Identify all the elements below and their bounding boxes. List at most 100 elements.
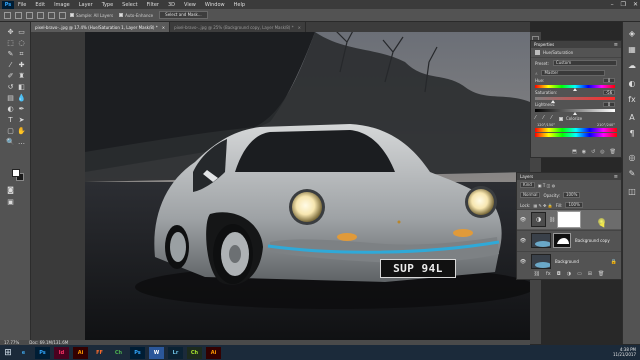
layer-mask-thumbnail[interactable] <box>557 211 582 228</box>
more-tools-icon[interactable]: … <box>17 138 26 147</box>
lightness-value[interactable]: 0 <box>603 102 615 107</box>
eraser-tool-icon[interactable]: ◧ <box>17 83 26 92</box>
system-tray-clock[interactable]: 4:38 PM 11/21/2017 <box>613 347 636 357</box>
restore-icon[interactable]: ❐ <box>621 1 626 8</box>
new-selection-icon[interactable] <box>15 11 22 19</box>
styles-panel-icon[interactable]: fx <box>627 94 637 104</box>
clip-to-layer-icon[interactable]: ⬒ <box>572 149 577 155</box>
sample-all-layers-checkbox[interactable]: Sample: All Layers <box>70 13 113 18</box>
add-selection-icon[interactable] <box>26 11 33 19</box>
layer-name[interactable]: Background <box>555 259 579 264</box>
eyedropper-tool-icon[interactable]: ⁄ <box>6 61 15 70</box>
opacity-value[interactable]: 100% <box>562 192 581 198</box>
menu-edit[interactable]: Edit <box>35 2 45 8</box>
fx-icon[interactable]: fx <box>546 271 551 277</box>
adjustments-panel-icon[interactable]: ◐ <box>627 78 637 88</box>
taskbar-chrome-icon[interactable]: Ch <box>111 347 126 359</box>
lightness-slider[interactable]: Lightness: 0 <box>531 102 621 115</box>
auto-enhance-checkbox[interactable]: Auto-Enhance <box>119 13 153 18</box>
menu-help[interactable]: Help <box>234 2 245 8</box>
swatches-panel-icon[interactable]: ▦ <box>627 44 637 54</box>
menu-filter[interactable]: Filter <box>147 2 159 8</box>
channel-dropdown[interactable]: Master <box>541 70 606 76</box>
move-tool-icon[interactable]: ✥ <box>6 28 15 37</box>
targeted-adjust-icon[interactable]: ☝ <box>535 71 537 76</box>
tab-document-1[interactable]: pixel-bravo-..jpg @ 17.4% (Hue/Saturatio… <box>31 22 171 32</box>
color-panel-icon[interactable]: ◈ <box>627 28 637 38</box>
document-photo[interactable] <box>85 32 530 340</box>
menu-3d[interactable]: 3D <box>168 2 175 8</box>
close-tab-icon[interactable]: × <box>298 25 301 30</box>
minimize-icon[interactable]: – <box>611 1 614 8</box>
crop-tool-icon[interactable]: ⌗ <box>17 50 26 59</box>
menu-select[interactable]: Select <box>122 2 137 8</box>
visibility-eye-icon[interactable]: 👁 <box>519 238 527 244</box>
screen-mode-icon[interactable]: ▣ <box>6 198 15 207</box>
new-layer-icon[interactable]: ⊞ <box>588 271 592 277</box>
history-brush-tool-icon[interactable]: ↺ <box>6 83 15 92</box>
layers-panel-icon[interactable]: ◫ <box>627 186 637 196</box>
libraries-panel-icon[interactable]: ☁ <box>627 60 637 70</box>
new-group-icon[interactable]: ▭ <box>577 271 582 277</box>
eyedropper-icon[interactable]: ⁄ <box>535 116 540 121</box>
hand-tool-icon[interactable]: ✋ <box>17 127 26 136</box>
layer-row-background-copy[interactable]: 👁 Background copy <box>517 230 621 250</box>
taskbar-photoshop-icon[interactable]: Ps <box>35 346 50 359</box>
layer-row-background[interactable]: 👁 Background 🔒 <box>517 251 621 271</box>
menu-window[interactable]: Window <box>205 2 225 8</box>
view-previous-icon[interactable]: ◉ <box>582 149 586 155</box>
reset-icon[interactable]: ↺ <box>591 149 595 155</box>
channels-panel-icon[interactable]: ◎ <box>627 152 637 162</box>
zoom-tool-icon[interactable]: 🔍 <box>6 138 15 147</box>
link-layers-icon[interactable]: ⛓ <box>534 271 540 277</box>
layer-name[interactable]: Background copy <box>575 238 610 243</box>
properties-tab[interactable]: Properties <box>534 42 554 47</box>
taskbar-lightroom-icon[interactable]: Lr <box>168 346 183 359</box>
healing-tool-icon[interactable]: ✚ <box>17 61 26 70</box>
panel-menu-icon[interactable]: ≡ <box>614 42 618 48</box>
brush-tool-icon[interactable]: ✐ <box>6 72 15 81</box>
dodge-tool-icon[interactable]: ◐ <box>6 105 15 114</box>
saturation-value[interactable]: -56 <box>603 90 615 95</box>
fill-value[interactable]: 100% <box>565 202 583 208</box>
taskbar-illustrator-2-icon[interactable]: Ai <box>206 346 221 359</box>
visibility-eye-icon[interactable]: 👁 <box>519 217 527 223</box>
blend-mode-dropdown[interactable]: Normal <box>520 192 541 198</box>
eyedropper-plus-icon[interactable]: ⁄ <box>543 116 548 121</box>
menu-image[interactable]: Image <box>54 2 70 8</box>
marquee-tool-icon[interactable]: ⬚ <box>6 39 15 48</box>
quick-mask-icon[interactable]: ◙ <box>6 186 15 195</box>
brush-size-icon[interactable] <box>48 11 55 19</box>
kind-filter-dropdown[interactable]: Kind <box>520 182 535 188</box>
taskbar-firefox-icon[interactable]: FF <box>92 347 107 359</box>
pen-tool-icon[interactable]: ✒ <box>17 105 26 114</box>
hue-range-bar[interactable] <box>535 128 617 132</box>
panel-menu-icon[interactable]: ≡ <box>614 174 618 180</box>
shape-tool-icon[interactable]: ▢ <box>6 127 15 136</box>
eyedropper-minus-icon[interactable]: ⁄ <box>551 116 556 121</box>
canvas-area[interactable]: SUP 94L <box>31 32 530 344</box>
paragraph-panel-icon[interactable]: ¶ <box>627 128 637 138</box>
tab-document-2[interactable]: pixel-bravo-..jpg @ 25% (Background copy… <box>170 22 306 32</box>
preset-dropdown[interactable]: Custom <box>552 60 617 66</box>
menu-type[interactable]: Type <box>102 2 113 8</box>
taskbar-indesign-icon[interactable]: Id <box>54 346 69 359</box>
stamp-tool-icon[interactable]: ♜ <box>17 72 26 81</box>
gradient-tool-icon[interactable]: ▤ <box>6 94 15 103</box>
taskbar-ie-icon[interactable]: e <box>16 347 31 359</box>
trash-icon[interactable]: 🗑 <box>610 149 616 155</box>
foreground-color-swatch[interactable] <box>12 169 20 177</box>
quick-select-tool-icon[interactable] <box>4 11 11 19</box>
layers-tab[interactable]: Layers <box>520 174 533 179</box>
saturation-slider[interactable]: Saturation: -56 <box>531 90 621 103</box>
menu-file[interactable]: File <box>18 2 26 8</box>
visibility-icon[interactable]: ◎ <box>600 149 604 155</box>
link-icon[interactable]: ⛓ <box>549 217 555 223</box>
artboard-tool-icon[interactable]: ▭ <box>17 28 26 37</box>
path-select-tool-icon[interactable]: ➤ <box>17 116 26 125</box>
taskbar-word-icon[interactable]: W <box>149 346 164 359</box>
filter-icons[interactable]: ▣ T ◫ ◍ <box>538 183 555 188</box>
delete-layer-icon[interactable]: 🗑 <box>598 271 604 277</box>
close-icon[interactable]: ✕ <box>633 1 638 8</box>
taskbar-character-animator-icon[interactable]: Ch <box>187 346 202 359</box>
